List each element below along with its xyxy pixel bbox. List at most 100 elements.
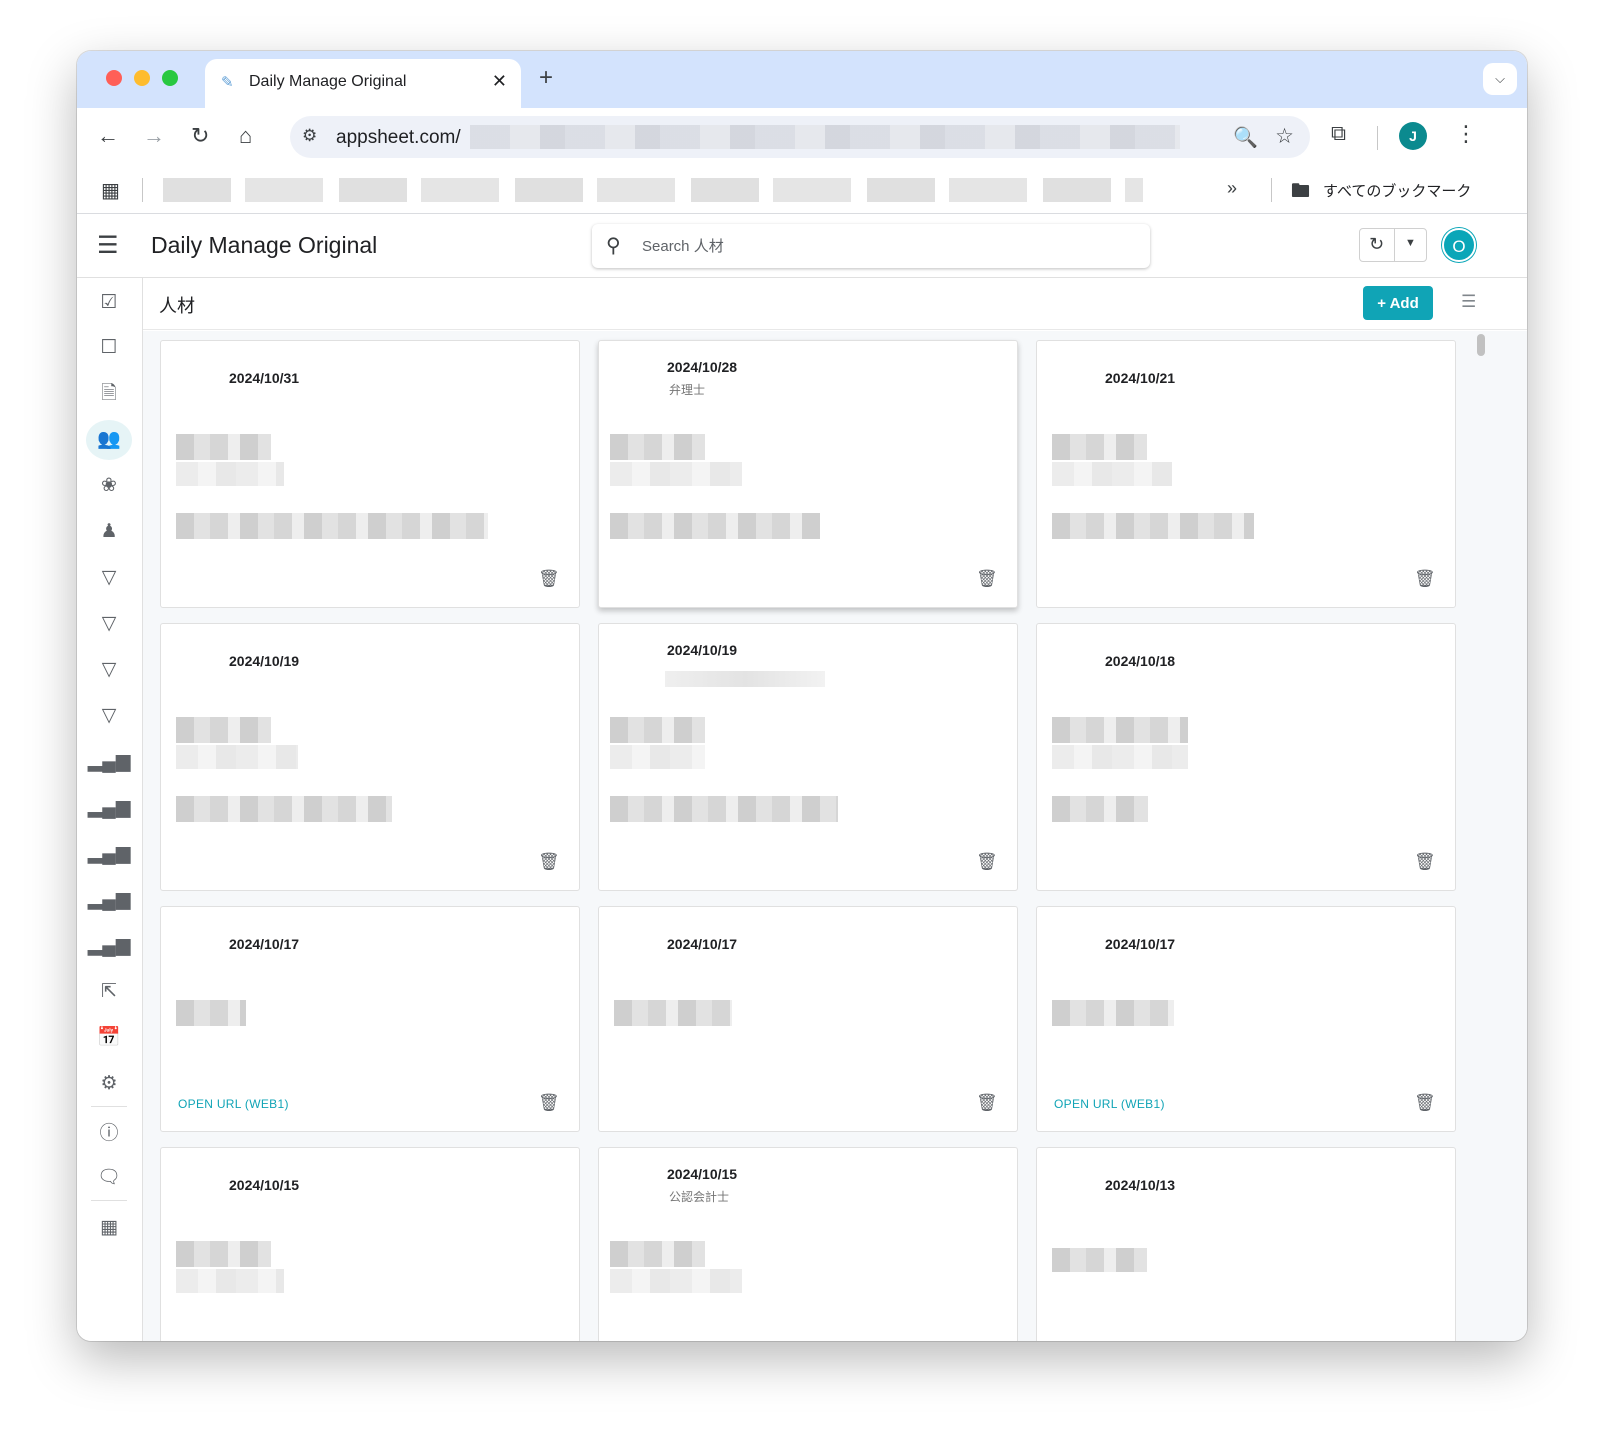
signal-bars-icon[interactable]: ▂▄▆	[86, 788, 132, 828]
trash-icon[interactable]: 🗑	[538, 1093, 560, 1113]
trash-icon[interactable]: 🗑	[976, 569, 998, 589]
scrollbar[interactable]	[1477, 334, 1485, 356]
card[interactable]: 2024/10/17 OPEN URL (WEB1) 🗑	[160, 906, 580, 1132]
search-box[interactable]: ⚲	[592, 224, 1150, 268]
browser-tab[interactable]: ✎ Daily Manage Original ✕	[205, 59, 521, 108]
trash-icon[interactable]: 🗑	[1414, 1093, 1436, 1113]
apps-grid-icon[interactable]: ▦	[86, 1208, 132, 1248]
trash-icon[interactable]: 🗑	[538, 569, 560, 589]
calendar-x-icon[interactable]: 📅	[86, 1018, 132, 1058]
card-detail-redacted	[610, 513, 820, 539]
site-settings-icon[interactable]: ⚙	[302, 126, 317, 146]
checkbox-empty-icon[interactable]: ☐	[86, 328, 132, 368]
people-icon[interactable]: 👥	[86, 420, 132, 460]
person-desk-icon[interactable]: ♟	[86, 512, 132, 552]
bookmarks-divider	[142, 178, 143, 202]
close-icon[interactable]: ✕	[492, 71, 507, 92]
card-kana-redacted	[176, 462, 284, 486]
forward-icon[interactable]: →	[143, 123, 165, 149]
card-name-redacted	[1052, 1000, 1174, 1026]
folder-icon: 🖿	[1291, 181, 1311, 202]
filter-icon[interactable]: ▽	[86, 558, 132, 598]
card-date: 2024/10/13	[1105, 1177, 1176, 1193]
sync-icon[interactable]: ↻	[1369, 234, 1384, 255]
app-header: ☰ Daily Manage Original ⚲ ↻ ▼ O	[77, 214, 1527, 278]
card[interactable]: 2024/10/19 🗑	[160, 623, 580, 891]
home-icon[interactable]: ⌂	[239, 123, 252, 149]
card-date: 2024/10/31	[229, 370, 300, 386]
maximize-window-button[interactable]	[162, 70, 178, 86]
card-name-redacted	[614, 1000, 732, 1026]
add-button-label: Add	[1389, 294, 1419, 312]
chevron-double-right-icon[interactable]: »	[1227, 178, 1237, 199]
all-bookmarks-link[interactable]: すべてのブックマーク	[1323, 180, 1471, 201]
sort-filter-icon[interactable]: ☰	[1461, 292, 1476, 312]
signal-bars-icon[interactable]: ▂▄▆	[86, 834, 132, 874]
card-kana-redacted	[176, 1269, 284, 1293]
sync-divider	[1394, 229, 1395, 261]
card-subtitle-redacted	[665, 671, 825, 687]
card-kana-redacted	[1052, 462, 1172, 486]
reload-icon[interactable]: ↻	[191, 123, 209, 149]
info-icon[interactable]: ⓘ	[86, 1114, 132, 1154]
apps-grid-icon[interactable]: ▦	[101, 178, 120, 203]
nav-divider	[91, 1200, 127, 1201]
address-bar[interactable]: ⚙ appsheet.com/ 🔍 ☆	[290, 116, 1310, 158]
search-input[interactable]	[642, 235, 1132, 257]
document-icon[interactable]: 🗎	[86, 374, 132, 414]
menu-icon[interactable]: ☰	[97, 231, 119, 260]
card[interactable]: 2024/10/17 OPEN URL (WEB1) 🗑	[1036, 906, 1456, 1132]
card[interactable]: 2024/10/28 弁理士 🗑	[598, 340, 1018, 608]
card[interactable]: 2024/10/15	[160, 1147, 580, 1341]
card[interactable]: 2024/10/13	[1036, 1147, 1456, 1341]
minimize-window-button[interactable]	[134, 70, 150, 86]
trash-icon[interactable]: 🗑	[1414, 569, 1436, 589]
profile-avatar[interactable]: J	[1399, 122, 1427, 150]
card-date: 2024/10/19	[667, 642, 738, 658]
signal-bars-icon[interactable]: ▂▄▆	[86, 926, 132, 966]
nav-divider	[91, 1106, 127, 1107]
signal-bars-icon[interactable]: ▂▄▆	[86, 742, 132, 782]
user-avatar[interactable]: O	[1442, 228, 1476, 262]
trash-icon[interactable]: 🗑	[538, 852, 560, 872]
add-button[interactable]: + Add	[1363, 286, 1433, 320]
left-nav: ☑ ☐ 🗎 👥 ❀ ♟ ▽ ▽ ▽ ▽ ▂▄▆ ▂▄▆ ▂▄▆ ▂▄▆ ▂▄▆ …	[77, 278, 143, 1341]
trash-icon[interactable]: 🗑	[976, 1093, 998, 1113]
chevron-down-icon[interactable]: ▼	[1405, 237, 1416, 249]
open-url-link[interactable]: OPEN URL (WEB1)	[178, 1097, 289, 1111]
card[interactable]: 2024/10/15 公認会計士	[598, 1147, 1018, 1341]
back-icon[interactable]: ←	[97, 123, 119, 149]
bookmarks-redacted[interactable]	[163, 178, 1143, 202]
more-menu-icon[interactable]: ⋮	[1455, 121, 1477, 147]
card-kana-redacted	[610, 1269, 742, 1293]
signal-bars-icon[interactable]: ▂▄▆	[86, 880, 132, 920]
open-url-link[interactable]: OPEN URL (WEB1)	[1054, 1097, 1165, 1111]
tab-title: Daily Manage Original	[249, 73, 407, 90]
file-import-icon[interactable]: ⇱	[86, 972, 132, 1012]
trash-icon[interactable]: 🗑	[1414, 852, 1436, 872]
filter-icon[interactable]: ▽	[86, 604, 132, 644]
bookmark-star-icon[interactable]: ☆	[1275, 124, 1294, 149]
url-redacted	[470, 125, 1180, 149]
notepad-icon: ✎	[221, 74, 234, 91]
card[interactable]: 2024/10/19 🗑	[598, 623, 1018, 891]
feedback-icon[interactable]: 🗨	[86, 1158, 132, 1198]
card-name-redacted	[176, 1241, 271, 1267]
zoom-icon[interactable]: 🔍	[1233, 125, 1258, 150]
card[interactable]: 2024/10/18 🗑	[1036, 623, 1456, 891]
tab-search-button[interactable]: ⌵	[1483, 63, 1517, 95]
filter-icon[interactable]: ▽	[86, 650, 132, 690]
checkbox-checked-icon[interactable]: ☑	[86, 283, 132, 323]
close-window-button[interactable]	[106, 70, 122, 86]
card[interactable]: 2024/10/17 🗑	[598, 906, 1018, 1132]
card[interactable]: 2024/10/21 🗑	[1036, 340, 1456, 608]
badge-icon[interactable]: ❀	[86, 466, 132, 506]
gear-icon[interactable]: ⚙	[86, 1064, 132, 1104]
extensions-icon[interactable]: ⧉	[1331, 122, 1346, 146]
card[interactable]: 2024/10/31 🗑	[160, 340, 580, 608]
filter-icon[interactable]: ▽	[86, 696, 132, 736]
trash-icon[interactable]: 🗑	[976, 852, 998, 872]
bookmarks-divider	[1271, 178, 1272, 202]
card-kana-redacted	[610, 745, 705, 769]
new-tab-button[interactable]: +	[539, 64, 553, 92]
